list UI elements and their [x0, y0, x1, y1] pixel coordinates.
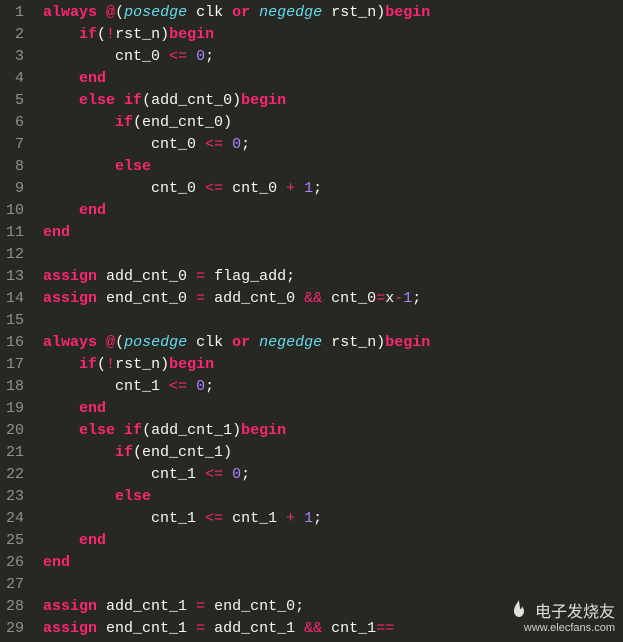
line-number: 11 — [4, 222, 24, 244]
code-line — [34, 574, 623, 596]
line-number: 17 — [4, 354, 24, 376]
code-line: always @(posedge clk or negedge rst_n)be… — [34, 2, 623, 24]
line-number: 21 — [4, 442, 24, 464]
code-line: end — [34, 68, 623, 90]
line-number: 15 — [4, 310, 24, 332]
code-line: if(!rst_n)begin — [34, 354, 623, 376]
line-number: 8 — [4, 156, 24, 178]
line-number: 28 — [4, 596, 24, 618]
line-number: 14 — [4, 288, 24, 310]
code-line — [34, 310, 623, 332]
code-line: else — [34, 156, 623, 178]
code-line: else — [34, 486, 623, 508]
code-line: else if(add_cnt_0)begin — [34, 90, 623, 112]
code-line: if(end_cnt_1) — [34, 442, 623, 464]
line-number: 3 — [4, 46, 24, 68]
line-number: 24 — [4, 508, 24, 530]
line-number: 26 — [4, 552, 24, 574]
code-content: always @(posedge clk or negedge rst_n)be… — [30, 0, 623, 642]
line-number-gutter: 1234567891011121314151617181920212223242… — [0, 0, 30, 642]
line-number: 23 — [4, 486, 24, 508]
line-number: 18 — [4, 376, 24, 398]
line-number: 27 — [4, 574, 24, 596]
code-line: assign add_cnt_0 = flag_add; — [34, 266, 623, 288]
code-line: end — [34, 530, 623, 552]
code-line: cnt_1 <= 0; — [34, 376, 623, 398]
line-number: 20 — [4, 420, 24, 442]
code-line: cnt_0 <= 0; — [34, 134, 623, 156]
code-line: always @(posedge clk or negedge rst_n)be… — [34, 332, 623, 354]
code-line: assign end_cnt_0 = add_cnt_0 && cnt_0=x-… — [34, 288, 623, 310]
watermark-url: www.elecfans.com — [507, 622, 615, 634]
line-number: 22 — [4, 464, 24, 486]
code-line — [34, 244, 623, 266]
code-line: if(!rst_n)begin — [34, 24, 623, 46]
line-number: 19 — [4, 398, 24, 420]
code-line: cnt_1 <= 0; — [34, 464, 623, 486]
code-line: cnt_1 <= cnt_1 + 1; — [34, 508, 623, 530]
code-line: else if(add_cnt_1)begin — [34, 420, 623, 442]
line-number: 9 — [4, 178, 24, 200]
line-number: 25 — [4, 530, 24, 552]
code-line: cnt_0 <= 0; — [34, 46, 623, 68]
code-line: if(end_cnt_0) — [34, 112, 623, 134]
watermark-brand: 电子发烧友 — [535, 598, 615, 622]
line-number: 6 — [4, 112, 24, 134]
code-line: end — [34, 398, 623, 420]
line-number: 29 — [4, 618, 24, 640]
line-number: 16 — [4, 332, 24, 354]
code-line: end — [34, 222, 623, 244]
code-line: cnt_0 <= cnt_0 + 1; — [34, 178, 623, 200]
line-number: 13 — [4, 266, 24, 288]
code-line: end — [34, 552, 623, 574]
code-line: end — [34, 200, 623, 222]
flame-icon — [507, 598, 531, 622]
line-number: 10 — [4, 200, 24, 222]
watermark: 电子发烧友 www.elecfans.com — [507, 598, 615, 634]
code-editor: 1234567891011121314151617181920212223242… — [0, 0, 623, 642]
line-number: 7 — [4, 134, 24, 156]
line-number: 1 — [4, 2, 24, 24]
line-number: 5 — [4, 90, 24, 112]
line-number: 4 — [4, 68, 24, 90]
line-number: 12 — [4, 244, 24, 266]
line-number: 2 — [4, 24, 24, 46]
